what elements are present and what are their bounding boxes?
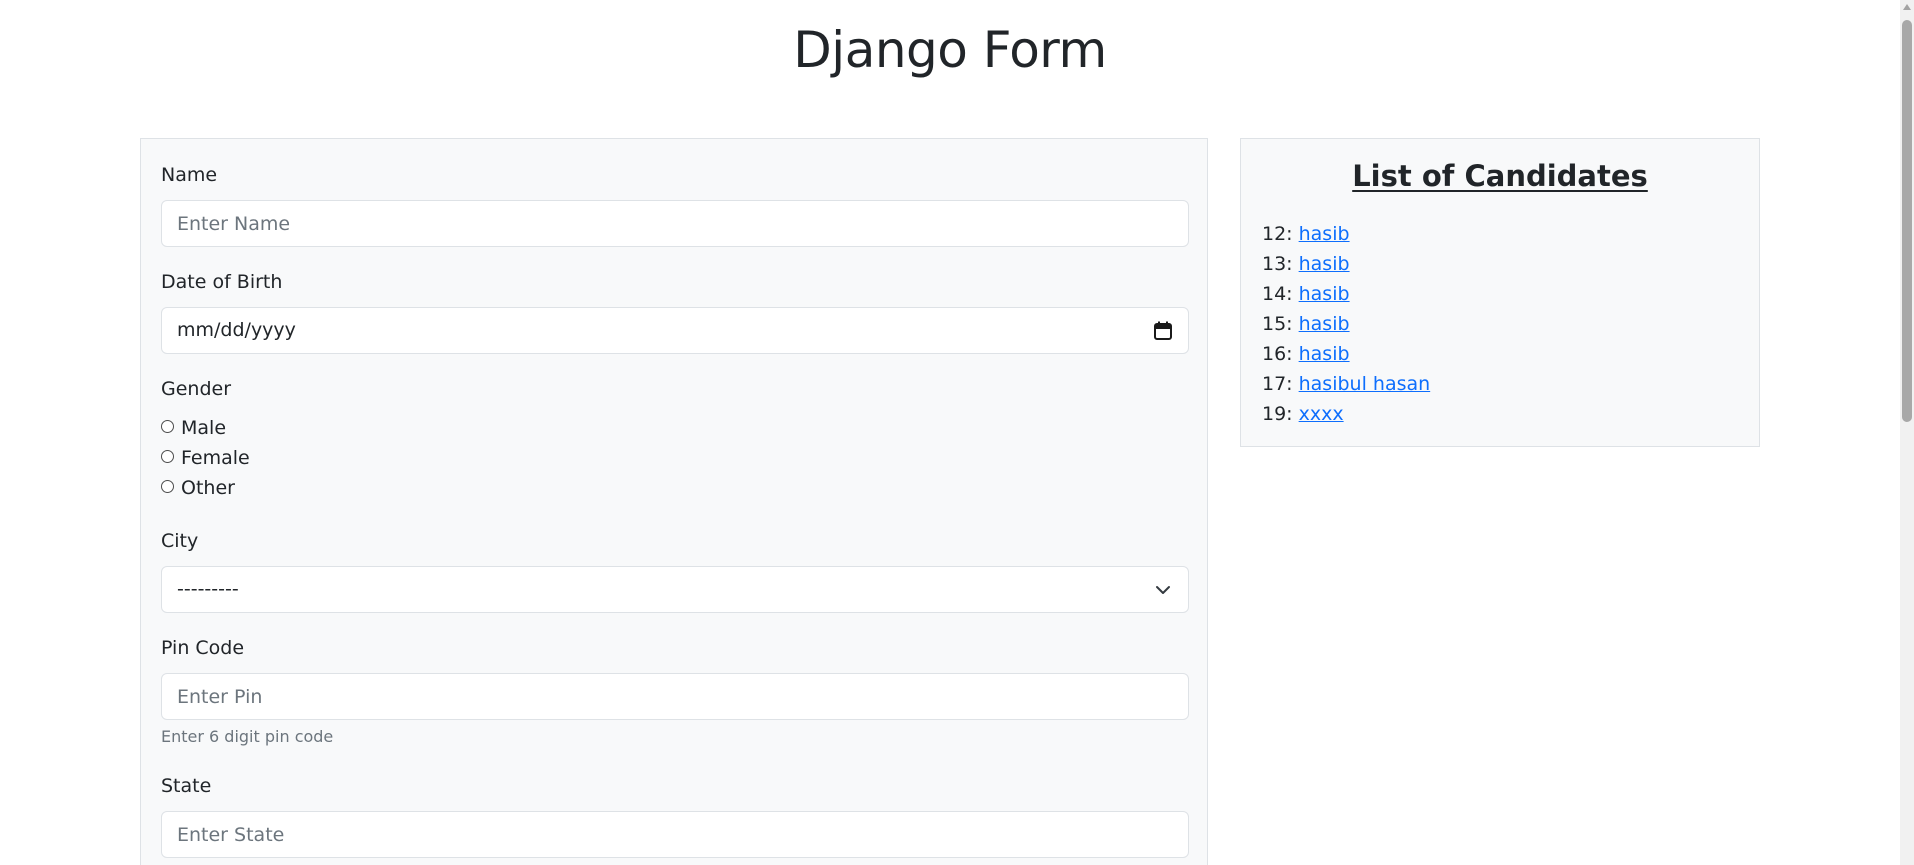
list-item: 13: hasib [1262, 249, 1430, 279]
gender-label: Gender [161, 378, 232, 400]
list-item: 16: hasib [1262, 339, 1430, 369]
gender-option-male[interactable]: Male [161, 415, 226, 441]
gender-option-female[interactable]: Female [161, 445, 250, 471]
candidates-panel: List of Candidates 12: hasib 13: hasib 1… [1240, 138, 1760, 447]
list-item: 17: hasibul hasan [1262, 369, 1430, 399]
city-label: City [161, 530, 199, 552]
scrollbar-thumb[interactable] [1902, 20, 1912, 422]
candidates-title: List of Candidates [1352, 159, 1648, 193]
candidate-link[interactable]: hasib [1299, 283, 1350, 305]
candidate-link[interactable]: xxxx [1299, 403, 1344, 425]
candidate-link[interactable]: hasib [1299, 313, 1350, 335]
candidate-id: 17: [1262, 373, 1293, 395]
candidate-list: 12: hasib 13: hasib 14: hasib 15: hasib … [1262, 219, 1430, 429]
state-label: State [161, 775, 212, 797]
candidate-link[interactable]: hasib [1299, 253, 1350, 275]
candidate-id: 14: [1262, 283, 1293, 305]
radio-label: Male [181, 417, 227, 439]
pin-label: Pin Code [161, 637, 245, 659]
name-label: Name [161, 164, 218, 186]
radio-label: Female [181, 447, 250, 469]
candidate-id: 13: [1262, 253, 1293, 275]
pin-input[interactable] [161, 673, 1189, 720]
list-item: 12: hasib [1262, 219, 1430, 249]
candidate-link[interactable]: hasib [1299, 343, 1350, 365]
form-panel: Name Date of Birth mm/dd/yyyy Gender Mal… [140, 138, 1208, 865]
candidate-link[interactable]: hasib [1299, 223, 1350, 245]
candidate-id: 15: [1262, 313, 1293, 335]
dob-placeholder: mm/dd/yyyy [177, 319, 296, 341]
pin-help-text: Enter 6 digit pin code [161, 727, 334, 746]
candidate-id: 12: [1262, 223, 1293, 245]
calendar-icon[interactable] [1154, 321, 1172, 340]
list-item: 14: hasib [1262, 279, 1430, 309]
page: Django Form Name Date of Birth mm/dd/yyy… [0, 0, 1914, 865]
radio-button[interactable] [161, 480, 174, 493]
page-title: Django Form [793, 21, 1107, 79]
list-item: 15: hasib [1262, 309, 1430, 339]
name-input[interactable] [161, 200, 1189, 247]
candidate-id: 16: [1262, 343, 1293, 365]
state-input[interactable] [161, 811, 1189, 858]
candidate-id: 19: [1262, 403, 1293, 425]
radio-button[interactable] [161, 450, 174, 463]
vertical-scrollbar[interactable] [1900, 0, 1914, 865]
city-select[interactable]: --------- [161, 566, 1189, 613]
dob-input[interactable]: mm/dd/yyyy [161, 307, 1189, 354]
list-item: 19: xxxx [1262, 399, 1430, 429]
scroll-up-arrow-icon[interactable] [1903, 4, 1911, 10]
radio-label: Other [181, 477, 235, 499]
city-selected-value: --------- [177, 578, 239, 600]
chevron-down-icon [1156, 586, 1170, 594]
candidate-link[interactable]: hasibul hasan [1299, 373, 1431, 395]
dob-label: Date of Birth [161, 271, 283, 293]
radio-button[interactable] [161, 420, 174, 433]
gender-option-other[interactable]: Other [161, 475, 235, 501]
